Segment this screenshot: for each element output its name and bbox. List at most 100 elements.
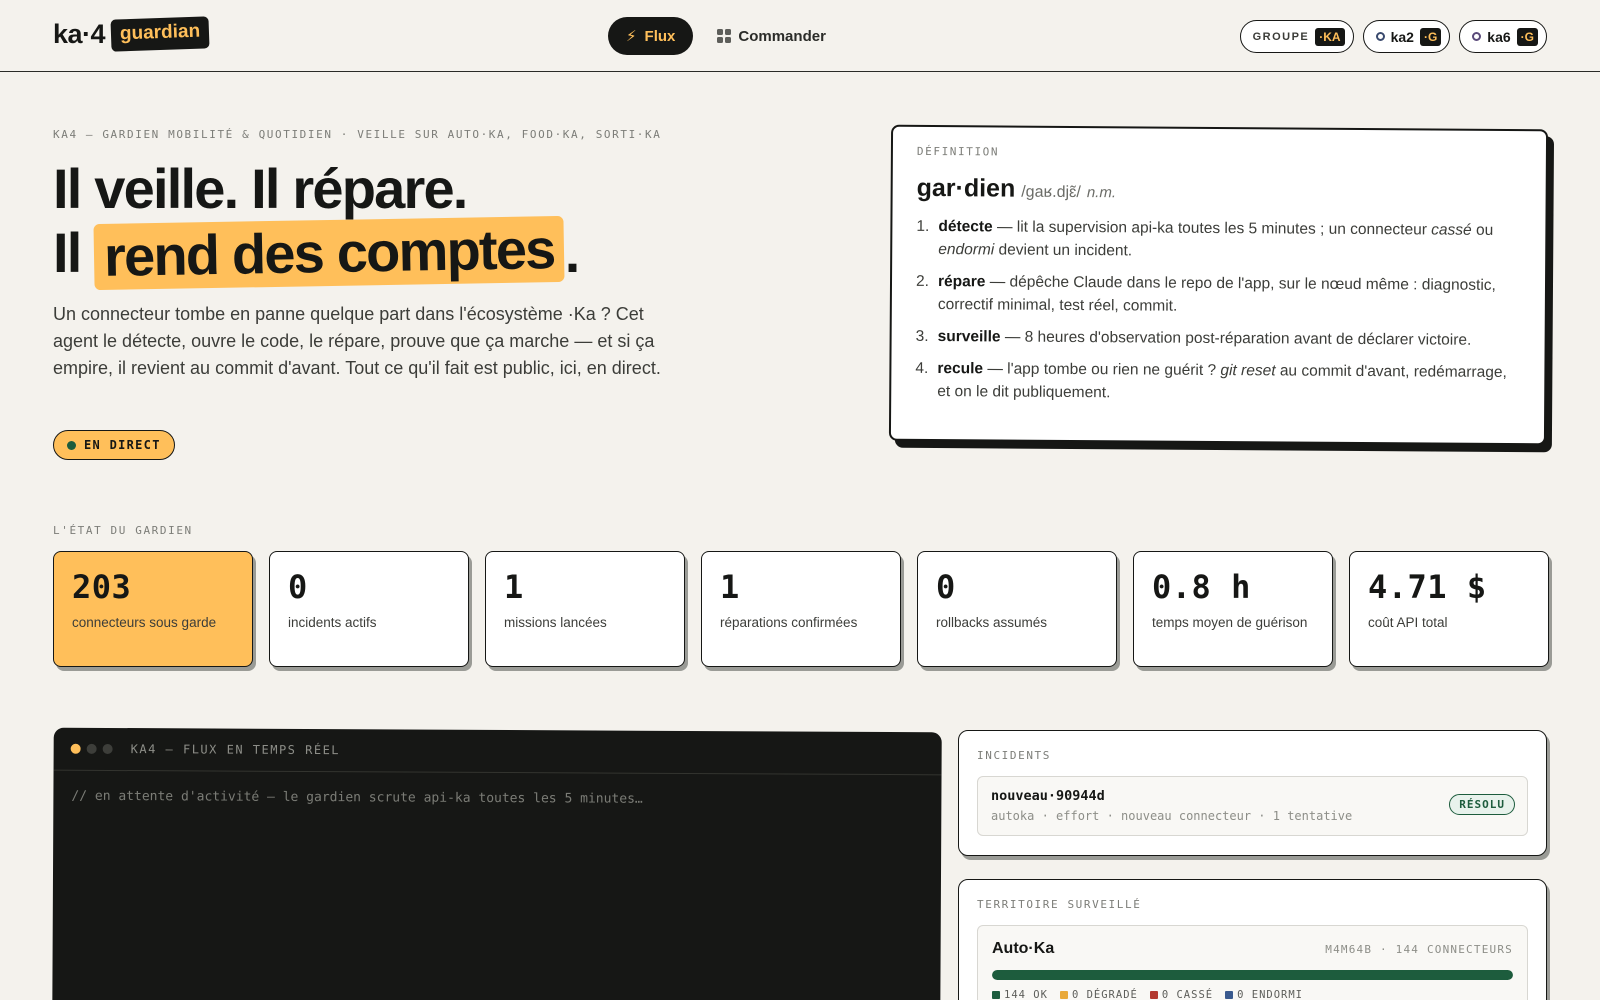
terminal-titlebar: KA4 — FLUX EN TEMPS RÉEL: [53, 727, 942, 776]
legend-swatch-icon: [992, 991, 1000, 999]
title-suffix: .: [564, 221, 581, 284]
stat-value: 0: [936, 568, 956, 606]
item-text: détecte — lit la supervision api-ka tout…: [938, 215, 1521, 265]
hero-title: Il veille. Il répare. Il rend des compte…: [53, 157, 581, 291]
legend-swatch-icon: [1225, 991, 1234, 999]
legend-item: 0 DÉGRADÉ: [1059, 989, 1138, 1000]
chip-ka6[interactable]: ka6 ·G: [1459, 20, 1547, 53]
chip-tag: ·KA: [1315, 27, 1345, 46]
stat-label: missions lancées: [504, 615, 607, 630]
item-emphasis: git reset: [1220, 362, 1276, 380]
legend-label: 144 OK: [1004, 989, 1048, 1000]
definition-card: DÉFINITION gar·dien/gaʁ.djɛ̃/ n.m. 1. dét…: [888, 124, 1549, 446]
definition-item: 3. surveille — 8 heures d'observation po…: [916, 325, 1521, 352]
health-legend: 144 OK 0 DÉGRADÉ 0 CASSÉ 0 ENDORMI: [992, 989, 1513, 1000]
status-ring-icon: [1472, 32, 1482, 41]
legend-swatch-icon: [1059, 991, 1068, 999]
incidents-panel: INCIDENTS nouveau·90944d autoka · effort…: [958, 730, 1547, 856]
item-body: — lit la supervision api-ka toutes les 5…: [992, 218, 1432, 239]
stat-value: 1: [504, 568, 524, 606]
incidents-label: INCIDENTS: [977, 749, 1052, 762]
stat-card: 0 incidents actifs: [269, 551, 469, 667]
definition-list: 1. détecte — lit la supervision api-ka t…: [915, 215, 1521, 407]
status-badge: RÉSOLU: [1449, 794, 1515, 815]
stat-label: temps moyen de guérison: [1152, 615, 1308, 630]
nav-commander-tab[interactable]: Commander: [717, 28, 826, 45]
definition-item: 1. détecte — lit la supervision api-ka t…: [916, 215, 1521, 265]
phonetic: /gaʁ.djɛ̃/: [1021, 183, 1081, 202]
stat-card: 203 connecteurs sous garde: [53, 551, 253, 667]
word-text: gar·dien: [916, 173, 1016, 203]
stat-label: connecteurs sous garde: [72, 615, 217, 630]
health-bar: [992, 970, 1513, 980]
top-header: ka·4 guardian ⚡ Flux Commander GROUPE ·K…: [0, 0, 1600, 72]
stat-value: 0: [288, 568, 308, 606]
definition-label: DÉFINITION: [916, 144, 1000, 159]
stat-value: 203: [72, 568, 132, 606]
nav-flux-tab[interactable]: ⚡ Flux: [608, 17, 694, 55]
stat-label: réparations confirmées: [720, 615, 858, 630]
logo-badge: guardian: [110, 16, 210, 52]
stat-label: incidents actifs: [288, 615, 377, 630]
incident-item[interactable]: nouveau·90944d autoka · effort · nouveau…: [977, 776, 1528, 836]
definition-item: 4. recule — l'app tombe ou rien ne guéri…: [915, 357, 1520, 407]
title-highlight: rend des comptes: [93, 215, 566, 291]
item-body: ou: [1471, 221, 1494, 239]
live-dot-icon: [67, 440, 76, 450]
legend-swatch-icon: [1149, 991, 1158, 999]
incident-title: nouveau·90944d: [991, 788, 1105, 804]
item-number: 3.: [915, 327, 929, 345]
item-body: — dépêche Claude dans le repo de l'app, …: [937, 273, 1496, 315]
live-badge: EN DIRECT: [53, 430, 175, 460]
item-text: répare — dépêche Claude dans le repo de …: [938, 270, 1521, 320]
incident-meta: autoka · effort · nouveau connecteur · 1…: [991, 809, 1353, 823]
nav-flux-label: Flux: [644, 27, 676, 45]
window-dot-icon: [102, 743, 113, 754]
territory-meta: M4M64B · 144 CONNECTEURS: [1325, 942, 1513, 956]
territory-header: Auto·Ka M4M64B · 144 CONNECTEURS: [992, 940, 1513, 958]
health-bar-fill: [992, 970, 1513, 980]
territory-panel: TERRITOIRE SURVEILLÉ Auto·Ka M4M64B · 14…: [958, 879, 1547, 1000]
stats-section-label: L'ÉTAT DU GARDIEN: [53, 524, 193, 537]
chip-label: ka2: [1390, 28, 1414, 45]
logo[interactable]: ka·4 guardian: [53, 16, 210, 52]
chip-groupe[interactable]: GROUPE ·KA: [1239, 20, 1354, 53]
territory-item[interactable]: Auto·Ka M4M64B · 144 CONNECTEURS 144 OK …: [977, 925, 1528, 1000]
chip-label: GROUPE: [1252, 30, 1310, 43]
item-term: répare: [937, 273, 986, 291]
terminal-placeholder: // en attente d'activité — le gardien sc…: [71, 788, 643, 807]
territory-name: Auto·Ka: [992, 940, 1055, 957]
legend-label: 0 ENDORMI: [1237, 989, 1304, 1000]
item-text: recule — l'app tombe ou rien ne guérit ?…: [937, 357, 1520, 407]
legend-item: 144 OK: [992, 989, 1048, 1000]
title-prefix: Il: [53, 221, 95, 284]
legend-item: 0 ENDORMI: [1225, 989, 1303, 1000]
stat-card: 1 missions lancées: [485, 551, 685, 667]
item-text: surveille — 8 heures d'observation post-…: [938, 325, 1472, 352]
chip-ka2[interactable]: ka2 ·G: [1362, 20, 1451, 53]
stat-card: 0.8 h temps moyen de guérison: [1133, 551, 1333, 667]
item-term: recule: [937, 360, 984, 378]
legend-item: 0 CASSÉ: [1149, 989, 1213, 1000]
grid-icon: [717, 29, 732, 43]
main-nav: ⚡ Flux Commander: [608, 17, 826, 55]
stat-card: 0 rollbacks assumés: [917, 551, 1117, 667]
nav-commander-label: Commander: [738, 27, 826, 45]
legend-label: 0 DÉGRADÉ: [1071, 989, 1138, 1000]
item-number: 1.: [916, 217, 930, 235]
part-of-speech: n.m.: [1086, 184, 1117, 202]
stat-label: coût API total: [1368, 615, 1448, 630]
hero-title-line1: Il veille. Il répare.: [53, 157, 468, 220]
stat-card: 1 réparations confirmées: [701, 551, 901, 667]
item-emphasis: cassé: [1431, 221, 1472, 239]
window-dot-icon: [70, 743, 81, 754]
definition-item: 2. répare — dépêche Claude dans le repo …: [916, 270, 1521, 320]
hero-lead: Un connecteur tombe en panne quelque par…: [53, 304, 661, 378]
stats-row: 203 connecteurs sous garde 0 incidents a…: [53, 551, 1549, 667]
logo-text: ka·4: [53, 18, 106, 49]
hero-eyebrow: KA4 — GARDIEN MOBILITÉ & QUOTIDIEN · VEI…: [53, 128, 662, 141]
live-feed-terminal[interactable]: KA4 — FLUX EN TEMPS RÉEL // en attente d…: [52, 727, 942, 1000]
chip-label: ka6: [1487, 28, 1511, 45]
terminal-title: KA4 — FLUX EN TEMPS RÉEL: [130, 742, 341, 758]
chip-tag: ·G: [1419, 27, 1442, 46]
